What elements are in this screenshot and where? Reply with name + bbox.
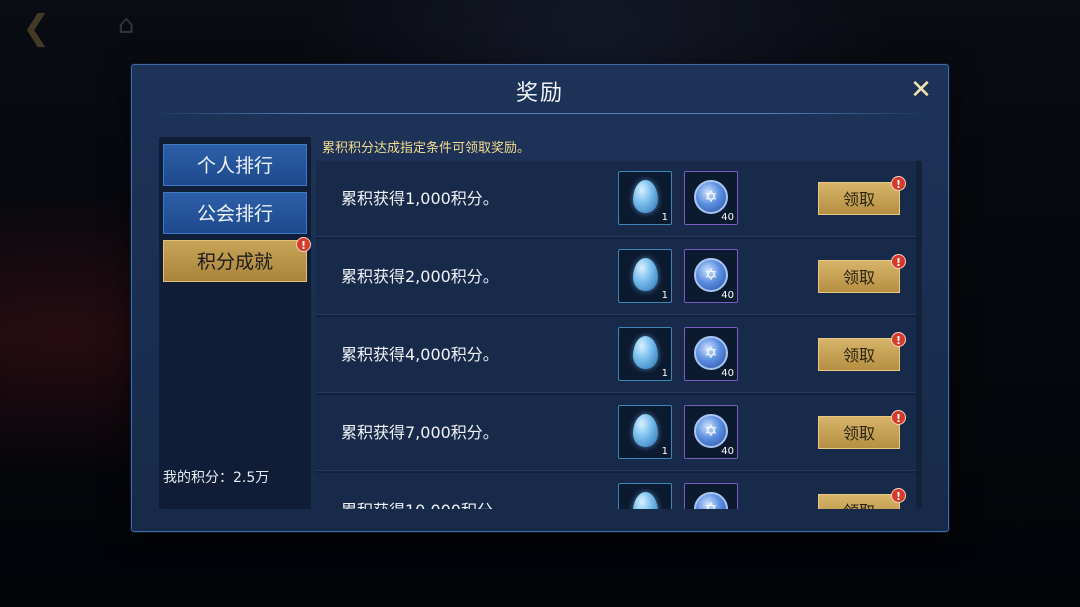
claim-button[interactable]: 领取! xyxy=(818,410,906,449)
item-qty: 1 xyxy=(661,290,668,301)
item-qty: 1 xyxy=(661,446,668,457)
claim-button[interactable]: 领取! xyxy=(818,176,906,215)
star-coin-icon: ✡ xyxy=(694,180,728,214)
tab-label: 积分成就 xyxy=(196,251,273,273)
item-qty: 40 xyxy=(721,212,734,223)
alert-badge-icon: ! xyxy=(891,488,906,503)
coin-item-slot[interactable]: ✡40 xyxy=(684,249,738,303)
reward-condition: 累积获得1,000积分。 xyxy=(341,189,499,208)
tab-label: 公会排行 xyxy=(196,203,273,225)
coin-item-slot[interactable]: ✡40 xyxy=(684,405,738,459)
my-points: 我的积分：2.5万 xyxy=(163,470,270,486)
claim-label: 领取 xyxy=(842,268,875,287)
item-qty: 1 xyxy=(661,368,668,379)
item-qty: 1 xyxy=(661,212,668,223)
dialog-header: 奖励 ✕ xyxy=(132,65,948,113)
reward-condition: 累积获得4,000积分。 xyxy=(341,345,499,364)
alert-badge-icon: ! xyxy=(891,176,906,191)
egg-icon xyxy=(633,336,658,369)
header-divider xyxy=(150,113,930,114)
tab-label: 个人排行 xyxy=(196,155,273,177)
reward-condition: 累积获得2,000积分。 xyxy=(341,267,499,286)
reward-condition: 累积获得7,000积分。 xyxy=(341,423,499,442)
sidebar: 个人排行 公会排行 积分成就 ! 我的积分：2.5万 xyxy=(159,137,311,509)
alert-badge-icon: ! xyxy=(891,254,906,269)
egg-icon xyxy=(633,258,658,291)
tab-points-achievement[interactable]: 积分成就 ! xyxy=(163,237,311,282)
egg-icon xyxy=(633,180,658,213)
star-coin-icon: ✡ xyxy=(694,258,728,292)
claim-label: 领取 xyxy=(842,424,875,443)
claim-label: 领取 xyxy=(843,502,875,509)
alert-badge-icon: ! xyxy=(296,237,311,252)
egg-item-slot[interactable]: 1 xyxy=(618,483,672,509)
close-icon[interactable]: ✕ xyxy=(908,77,934,103)
tab-guild-ranking[interactable]: 公会排行 xyxy=(163,192,307,234)
alert-badge-icon: ! xyxy=(891,410,906,425)
item-qty: 40 xyxy=(721,446,734,457)
claim-label: 领取 xyxy=(842,346,875,365)
claim-button[interactable]: 领取! xyxy=(818,332,906,371)
egg-item-slot[interactable]: 1 xyxy=(618,405,672,459)
alert-badge-icon: ! xyxy=(891,332,906,347)
reward-row: 累积获得7,000积分。 1 ✡ 40 领取! xyxy=(316,395,916,471)
reward-condition: 累积获得10,000积分。 xyxy=(341,473,509,509)
item-qty: 40 xyxy=(721,368,734,379)
tab-personal-ranking[interactable]: 个人排行 xyxy=(163,144,307,186)
claim-button[interactable]: 领取! xyxy=(818,254,906,293)
claim-label: 领取 xyxy=(842,190,875,209)
coin-item-slot[interactable]: ✡40 xyxy=(684,483,738,509)
coin-item-slot[interactable]: ✡40 xyxy=(684,171,738,225)
reward-row: 累积获得1,000积分。 1 ✡ 40 领取! xyxy=(316,161,916,237)
star-coin-icon: ✡ xyxy=(694,492,728,509)
egg-item-slot[interactable]: 1 xyxy=(618,327,672,381)
item-qty: 40 xyxy=(721,290,734,301)
egg-item-slot[interactable]: 1 xyxy=(618,249,672,303)
reward-dialog: 奖励 ✕ 个人排行 公会排行 积分成就 ! 我的积分：2.5万 累积积分达成指定… xyxy=(131,64,949,532)
reward-list[interactable]: 累积获得1,000积分。 1 ✡ 40 领取! 累积获得2,000积分。 1 ✡ 4… xyxy=(316,161,922,509)
egg-icon xyxy=(633,414,658,447)
reward-row: 累积获得4,000积分。 1 ✡ 40 领取! xyxy=(316,317,916,393)
reward-row: 累积获得2,000积分。 1 ✡ 40 领取! xyxy=(316,239,916,315)
dialog-title: 奖励 xyxy=(515,81,564,106)
coin-item-slot[interactable]: ✡40 xyxy=(684,327,738,381)
star-coin-icon: ✡ xyxy=(694,336,728,370)
egg-item-slot[interactable]: 1 xyxy=(618,171,672,225)
star-coin-icon: ✡ xyxy=(694,414,728,448)
reward-notice: 累积积分达成指定条件可领取奖励。 xyxy=(322,141,531,156)
claim-button[interactable]: 领取! xyxy=(818,488,906,509)
egg-icon xyxy=(633,492,658,509)
reward-row: 累积获得10,000积分。 1 ✡40 领取! xyxy=(316,473,916,509)
